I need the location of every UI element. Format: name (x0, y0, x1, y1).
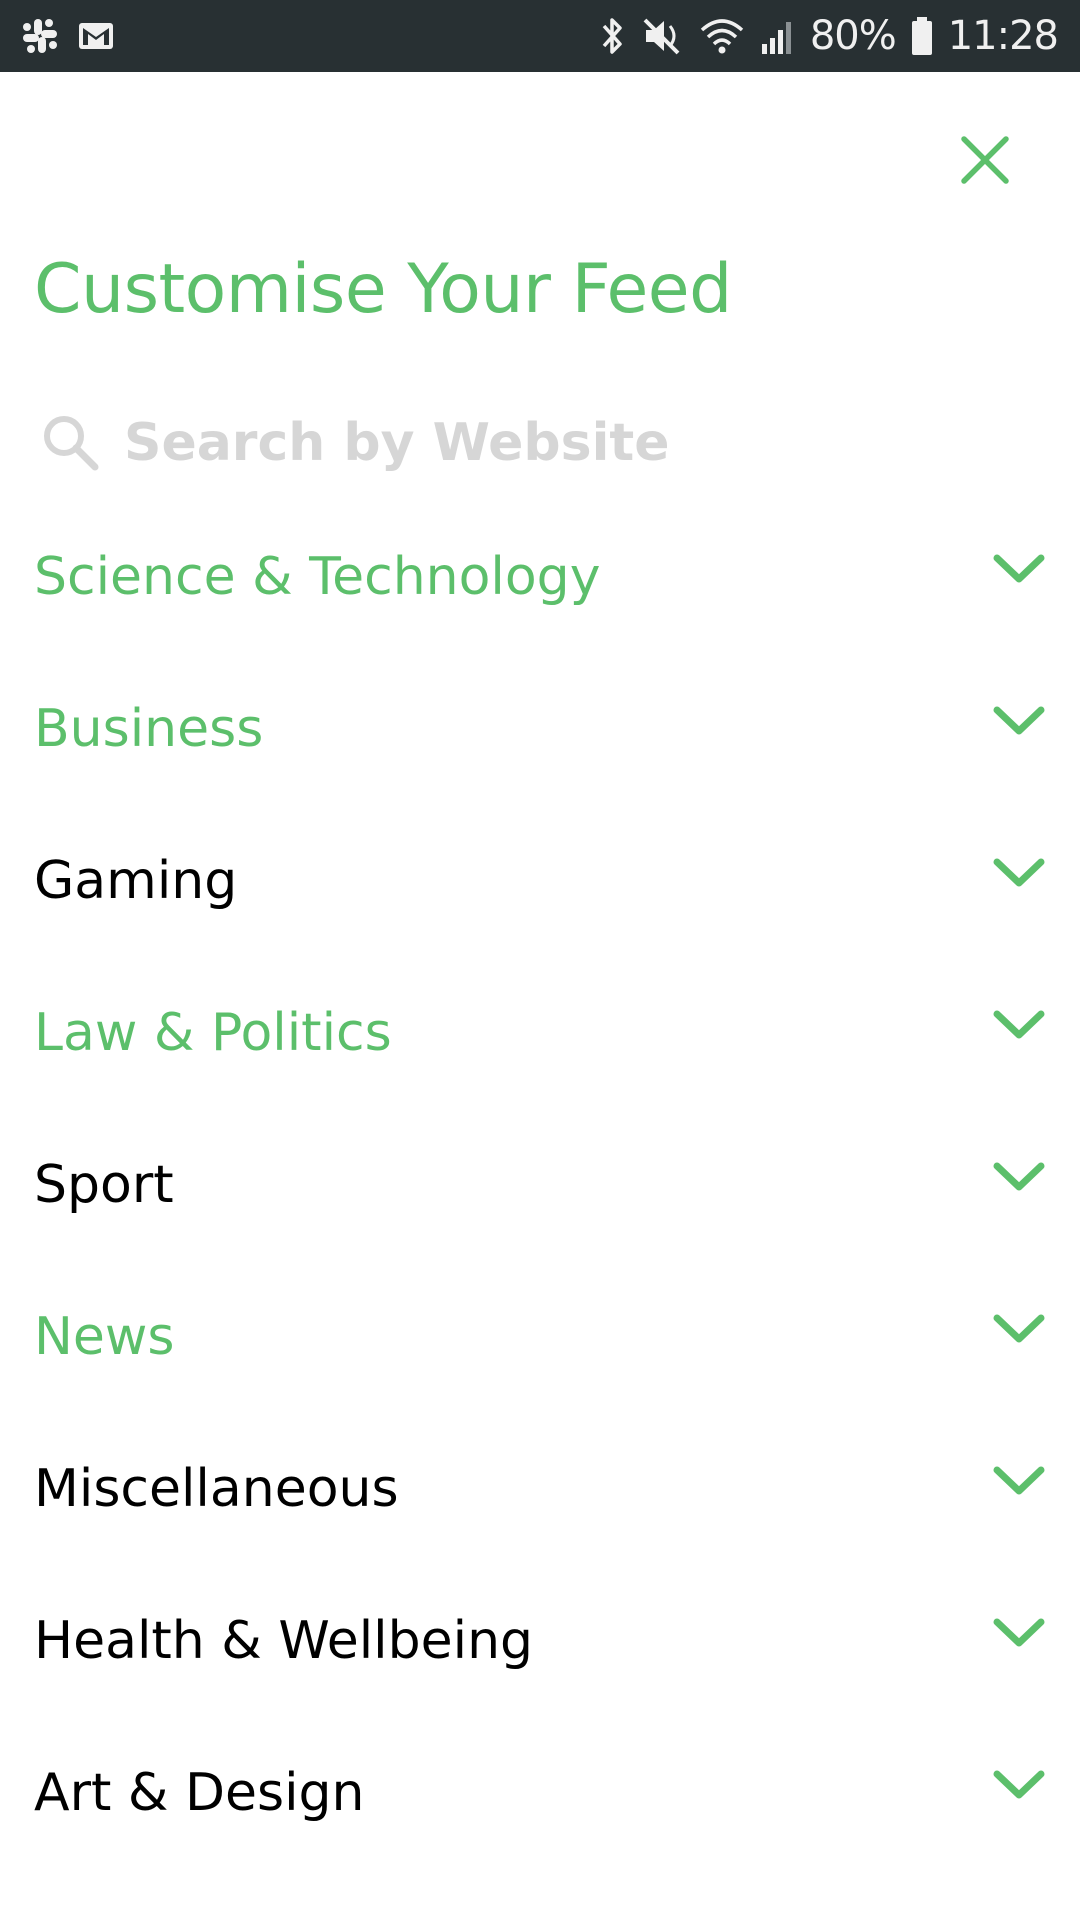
chevron-down-icon[interactable] (990, 1309, 1048, 1349)
wifi-icon (698, 14, 746, 58)
category-label: Law & Politics (34, 1003, 392, 1063)
category-item[interactable]: Law & Politics (0, 986, 1080, 1138)
category-label: Health & Wellbeing (34, 1611, 534, 1671)
category-item[interactable]: Science & Technology (0, 530, 1080, 682)
chevron-down-icon[interactable] (990, 701, 1048, 741)
chevron-down-icon[interactable] (990, 1613, 1048, 1653)
page-title: Customise Your Feed (34, 250, 732, 329)
battery-percent: 80% (809, 13, 897, 59)
category-item[interactable]: News (0, 1290, 1080, 1442)
status-left-icons (20, 0, 116, 72)
category-item[interactable]: Art & Design (0, 1746, 1080, 1898)
chevron-down-icon[interactable] (990, 1005, 1048, 1045)
slack-icon (20, 16, 60, 56)
chevron-down-icon[interactable] (990, 549, 1048, 589)
category-label: Art & Design (34, 1763, 365, 1823)
mute-icon (640, 14, 684, 58)
chevron-down-icon[interactable] (990, 1765, 1048, 1805)
search-icon (44, 415, 99, 470)
category-item[interactable]: Business (0, 682, 1080, 834)
close-button[interactable] (950, 125, 1020, 195)
category-label: Science & Technology (34, 547, 601, 607)
category-item[interactable]: Miscellaneous (0, 1442, 1080, 1594)
category-item[interactable]: Gaming (0, 834, 1080, 986)
chevron-down-icon[interactable] (990, 853, 1048, 893)
category-item[interactable]: Health & Wellbeing (0, 1594, 1080, 1746)
category-label: Business (34, 699, 264, 759)
chevron-down-icon[interactable] (990, 1157, 1048, 1197)
bluetooth-icon (598, 14, 626, 58)
category-item[interactable]: Sport (0, 1138, 1080, 1290)
battery-icon (910, 14, 934, 58)
category-label: News (34, 1307, 175, 1367)
status-bar: 80% 11:28 (0, 0, 1080, 72)
category-list: Science & Technology Business Gaming Law & … (0, 530, 1080, 1898)
category-label: Gaming (34, 851, 238, 911)
category-label: Sport (34, 1155, 174, 1215)
category-label: Miscellaneous (34, 1459, 399, 1519)
chevron-down-icon[interactable] (990, 1461, 1048, 1501)
gmail-icon (76, 16, 116, 56)
signal-icon (760, 14, 796, 58)
close-icon (961, 136, 1009, 184)
search-bar[interactable] (40, 405, 1040, 480)
search-input[interactable] (124, 412, 944, 473)
clock: 11:28 (947, 13, 1059, 59)
status-right-icons: 80% 11:28 (598, 0, 1059, 72)
